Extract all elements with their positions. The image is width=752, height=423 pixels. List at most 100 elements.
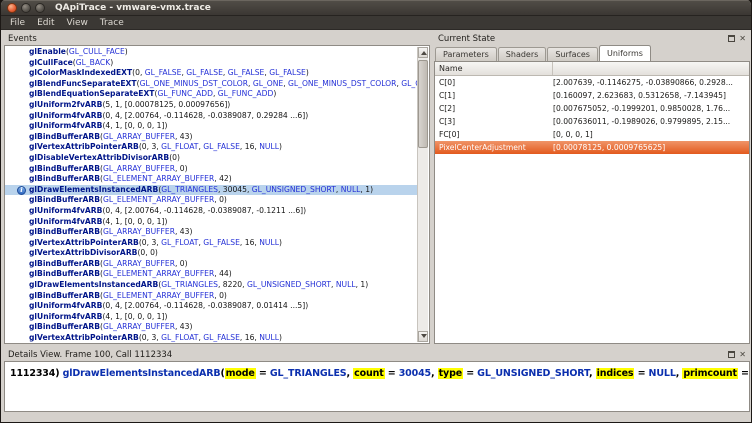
event-row[interactable]: glUniform4fvARB(4, 1, [0, 0, 0, 1]) — [5, 312, 417, 323]
uniform-value: [0.00078125, 0.0009765625] — [553, 143, 749, 152]
column-header-value[interactable] — [553, 62, 749, 75]
event-row[interactable]: glBindBufferARB(GL_ELEMENT_ARRAY_BUFFER,… — [5, 195, 417, 206]
event-row[interactable]: glUniform4fvARB(0, 4, [2.00764, -0.11462… — [5, 111, 417, 122]
call-text: glVertexAttribPointerARB(0, 3, GL_FLOAT,… — [29, 238, 282, 249]
uniform-row[interactable]: C[2][0.007675052, -0.1999201, 0.9850028,… — [435, 102, 749, 115]
menu-item-trace[interactable]: Trace — [94, 18, 130, 28]
row-gutter — [5, 121, 29, 132]
close-window-button[interactable] — [7, 3, 17, 13]
event-row[interactable]: glBindBufferARB(GL_ARRAY_BUFFER, 0) — [5, 164, 417, 175]
row-gutter — [5, 111, 29, 122]
event-row[interactable]: glBindBufferARB(GL_ARRAY_BUFFER, 43) — [5, 132, 417, 143]
call-text: glUniform2fvARB(5, 1, [0.00078125, 0.000… — [29, 100, 230, 111]
call-text: glVertexAttribPointerARB(0, 3, GL_FLOAT,… — [29, 333, 282, 342]
event-row[interactable]: glBlendEquationSeparateEXT(GL_FUNC_ADD, … — [5, 89, 417, 100]
call-text: glUniform4fvARB(0, 4, [2.00764, -0.11462… — [29, 111, 308, 122]
row-gutter — [5, 259, 29, 270]
call-text: glBindBufferARB(GL_ELEMENT_ARRAY_BUFFER,… — [29, 269, 232, 280]
event-row[interactable]: glBindBufferARB(GL_ARRAY_BUFFER, 0) — [5, 259, 417, 270]
menu-item-view[interactable]: View — [61, 18, 94, 28]
row-gutter — [5, 174, 29, 185]
call-text: glBindBufferARB(GL_ARRAY_BUFFER, 43) — [29, 227, 192, 238]
scroll-down-arrow[interactable] — [418, 331, 428, 342]
event-row[interactable]: glVertexAttribPointerARB(0, 3, GL_FLOAT,… — [5, 333, 417, 342]
float-dock-icon[interactable] — [728, 351, 735, 358]
column-header-name[interactable]: Name — [435, 62, 553, 75]
event-row[interactable]: glBindBufferARB(GL_ARRAY_BUFFER, 43) — [5, 227, 417, 238]
call-text: glUniform4fvARB(4, 1, [0, 0, 0, 1]) — [29, 217, 167, 228]
row-gutter — [5, 89, 29, 100]
call-text: glVertexAttribPointerARB(0, 3, GL_FLOAT,… — [29, 142, 282, 153]
uniforms-body: C[0][2.007639, -0.1146275, -0.03890866, … — [435, 76, 749, 154]
event-row[interactable]: glBindBufferARB(GL_ELEMENT_ARRAY_BUFFER,… — [5, 269, 417, 280]
event-row[interactable]: glVertexAttribPointerARB(0, 3, GL_FLOAT,… — [5, 142, 417, 153]
event-row[interactable]: glEnable(GL_CULL_FACE) — [5, 47, 417, 58]
uniform-row[interactable]: C[1][0.160097, 2.623683, 0.5312658, -7.1… — [435, 89, 749, 102]
uniform-name: PixelCenterAdjustment — [435, 143, 553, 152]
event-row[interactable]: glUniform4fvARB(0, 4, [2.00764, -0.11462… — [5, 301, 417, 312]
call-text: glEnable(GL_CULL_FACE) — [29, 47, 128, 58]
row-gutter — [5, 195, 29, 206]
call-text: glBlendEquationSeparateEXT(GL_FUNC_ADD, … — [29, 89, 276, 100]
events-panel: Events glEnable(GL_CULL_FACE)glCullFace(… — [4, 32, 430, 344]
row-gutter — [5, 164, 29, 175]
row-gutter — [5, 79, 29, 90]
call-text: glDrawElementsInstancedARB(GL_TRIANGLES,… — [29, 185, 373, 196]
tab-uniforms[interactable]: Uniforms — [599, 45, 651, 61]
event-row[interactable]: glVertexAttribPointerARB(0, 3, GL_FLOAT,… — [5, 238, 417, 249]
call-text: glBindBufferARB(GL_ELEMENT_ARRAY_BUFFER,… — [29, 195, 227, 206]
call-text: glBindBufferARB(GL_ARRAY_BUFFER, 43) — [29, 322, 192, 333]
row-gutter — [5, 269, 29, 280]
close-dock-icon[interactable]: ✕ — [739, 351, 746, 359]
maximize-window-button[interactable] — [35, 3, 45, 13]
event-row[interactable]: glColorMaskIndexedEXT(0, GL_FALSE, GL_FA… — [5, 68, 417, 79]
event-row[interactable]: glVertexAttribDivisorARB(0, 0) — [5, 248, 417, 259]
tab-surfaces[interactable]: Surfaces — [547, 47, 598, 61]
call-text: glBlendFuncSeparateEXT(GL_ONE_MINUS_DST_… — [29, 79, 417, 90]
event-row[interactable]: glBindBufferARB(GL_ARRAY_BUFFER, 43) — [5, 322, 417, 333]
call-text: glUniform4fvARB(4, 1, [0, 0, 0, 1]) — [29, 312, 167, 323]
event-row[interactable]: glBlendFuncSeparateEXT(GL_ONE_MINUS_DST_… — [5, 79, 417, 90]
event-row[interactable]: glBindBufferARB(GL_ELEMENT_ARRAY_BUFFER,… — [5, 174, 417, 185]
event-row[interactable]: iglDrawElementsInstancedARB(GL_TRIANGLES… — [5, 185, 417, 196]
uniform-value: [0.007636011, -0.1989026, 0.9799895, 2.1… — [553, 117, 749, 126]
tab-parameters[interactable]: Parameters — [435, 47, 497, 61]
close-dock-icon[interactable]: ✕ — [739, 35, 746, 43]
minimize-window-button[interactable] — [21, 3, 31, 13]
event-row[interactable]: glDrawElementsInstancedARB(GL_TRIANGLES,… — [5, 280, 417, 291]
info-icon: i — [5, 185, 29, 196]
event-row[interactable]: glDisableVertexAttribDivisorARB(0) — [5, 153, 417, 164]
events-scrollbar[interactable] — [417, 47, 428, 342]
uniforms-view: Name C[0][2.007639, -0.1146275, -0.03890… — [434, 61, 750, 344]
row-gutter — [5, 153, 29, 164]
uniform-row[interactable]: C[3][0.007636011, -0.1989026, 0.9799895,… — [435, 115, 749, 128]
row-gutter — [5, 322, 29, 333]
call-text: glBindBufferARB(GL_ELEMENT_ARRAY_BUFFER,… — [29, 174, 232, 185]
scroll-thumb[interactable] — [418, 60, 428, 148]
call-text: glUniform4fvARB(0, 4, [2.00764, -0.11462… — [29, 206, 306, 217]
call-text: glBindBufferARB(GL_ARRAY_BUFFER, 0) — [29, 259, 188, 270]
row-gutter — [5, 206, 29, 217]
event-row[interactable]: glBindBufferARB(GL_ELEMENT_ARRAY_BUFFER,… — [5, 291, 417, 302]
menu-item-edit[interactable]: Edit — [31, 18, 60, 28]
event-row[interactable]: glUniform2fvARB(5, 1, [0.00078125, 0.000… — [5, 100, 417, 111]
float-dock-icon[interactable] — [728, 35, 735, 42]
call-text: glDrawElementsInstancedARB(GL_TRIANGLES,… — [29, 280, 368, 291]
call-text: glColorMaskIndexedEXT(0, GL_FALSE, GL_FA… — [29, 68, 309, 79]
call-text: glBindBufferARB(GL_ARRAY_BUFFER, 0) — [29, 164, 188, 175]
scroll-up-arrow[interactable] — [418, 47, 428, 58]
uniform-row[interactable]: C[0][2.007639, -0.1146275, -0.03890866, … — [435, 76, 749, 89]
uniform-row[interactable]: FC[0][0, 0, 0, 1] — [435, 128, 749, 141]
details-call: 1112334) glDrawElementsInstancedARB(mode… — [5, 362, 749, 385]
uniform-name: C[1] — [435, 91, 553, 100]
row-gutter — [5, 132, 29, 143]
menu-item-file[interactable]: File — [4, 18, 31, 28]
event-row[interactable]: glUniform4fvARB(4, 1, [0, 0, 0, 1]) — [5, 121, 417, 132]
event-row[interactable]: glUniform4fvARB(0, 4, [2.00764, -0.11462… — [5, 206, 417, 217]
row-gutter — [5, 100, 29, 111]
event-row[interactable]: glUniform4fvARB(4, 1, [0, 0, 0, 1]) — [5, 217, 417, 228]
tab-shaders[interactable]: Shaders — [498, 47, 547, 61]
uniform-row[interactable]: PixelCenterAdjustment[0.00078125, 0.0009… — [435, 141, 749, 154]
event-row[interactable]: glCullFace(GL_BACK) — [5, 58, 417, 69]
state-tabs: ParametersShadersSurfacesUniforms — [435, 45, 750, 61]
